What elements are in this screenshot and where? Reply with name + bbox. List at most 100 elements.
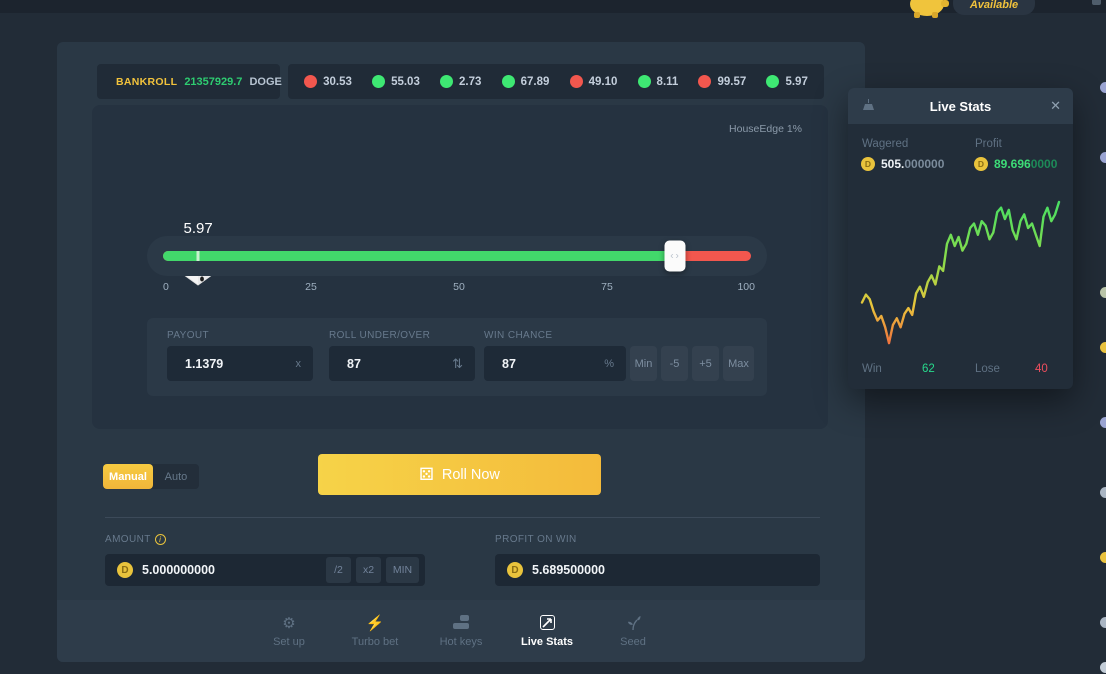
- slider-track[interactable]: ‹ ›: [163, 251, 751, 261]
- wagered-value: D 505.000000: [861, 155, 944, 173]
- roll-result-dot: [304, 75, 317, 88]
- tab-manual[interactable]: Manual: [103, 464, 153, 489]
- chat-emoji-cutoff-icon: [1100, 487, 1106, 498]
- dice-glyph-icon: ⚄: [419, 465, 434, 485]
- profit-value: D 89.6960000: [974, 155, 1057, 173]
- scale-25: 25: [305, 281, 317, 293]
- slider-handle[interactable]: ‹ ›: [664, 241, 685, 272]
- chat-emoji-cutoff-icon: [1100, 417, 1106, 428]
- roll-value: 67.89: [521, 76, 550, 88]
- roll-history-item[interactable]: 67.89: [502, 75, 550, 88]
- section-divider: [105, 517, 820, 518]
- profit-label: Profit: [975, 138, 1002, 150]
- roll-history-item[interactable]: 2.73: [440, 75, 481, 88]
- close-icon[interactable]: ✕: [1050, 98, 1061, 114]
- roll-under-over-label: ROLL UNDER/OVER: [329, 330, 430, 341]
- roll-history: 30.53 55.03 2.73 67.89 49.10 8.11: [288, 64, 824, 99]
- clear-stats-icon[interactable]: [861, 98, 876, 118]
- doge-coin-icon: D: [507, 562, 523, 578]
- nav-turbo-bet[interactable]: ⚡ Turbo bet: [349, 614, 401, 648]
- setup-gear-icon: ⚙: [282, 614, 295, 631]
- topbar-misc-icon[interactable]: [1092, 0, 1101, 5]
- swap-over-under-icon[interactable]: ⇅: [452, 356, 463, 372]
- roll-now-button[interactable]: ⚄ Roll Now: [318, 454, 601, 495]
- profit-on-win-input: D 5.689500000: [495, 554, 820, 586]
- roll-value: 55.03: [391, 76, 420, 88]
- bankroll-chip[interactable]: BANKROLL 21357929.7 DOGE: [97, 64, 280, 99]
- nav-hot-keys[interactable]: Hot keys: [435, 614, 487, 648]
- available-badge[interactable]: Available: [953, 0, 1035, 15]
- win-chance-value: 87: [502, 357, 604, 371]
- chat-emoji-cutoff-icon: [1100, 662, 1106, 673]
- live-stats-panel: Live Stats ✕ Wagered Profit D 505.000000…: [848, 88, 1073, 389]
- amount-label: AMOUNT: [105, 534, 151, 545]
- bankroll-value: 21357929.7: [184, 76, 242, 88]
- payout-input[interactable]: 1.1379 x: [167, 346, 313, 381]
- roll-result-dot: [502, 75, 515, 88]
- scale-75: 75: [601, 281, 613, 293]
- chat-emoji-cutoff-icon: [1100, 152, 1106, 163]
- payout-label: PAYOUT: [167, 330, 209, 341]
- roll-value: 49.10: [589, 76, 618, 88]
- bankroll-label: BANKROLL: [116, 76, 177, 88]
- chat-emoji-cutoff-icon: [1100, 82, 1106, 93]
- win-chance-input[interactable]: 87 %: [484, 346, 626, 381]
- roll-history-item[interactable]: 55.03: [372, 75, 420, 88]
- app-root: Available BANKROLL 21357929.7 DOGE 30.53…: [0, 0, 1106, 674]
- tab-auto[interactable]: Auto: [153, 464, 199, 489]
- roll-result-dot: [570, 75, 583, 88]
- roll-slider[interactable]: ‹ ›: [147, 236, 767, 276]
- available-label: Available: [970, 0, 1018, 11]
- win-chance-minus5-button[interactable]: -5: [661, 346, 688, 381]
- nav-seed[interactable]: Seed: [607, 614, 659, 648]
- slider-scale: 0 25 50 75 100: [163, 281, 755, 295]
- roll-history-item[interactable]: 8.11: [638, 75, 679, 88]
- nav-setup[interactable]: ⚙ Set up: [263, 614, 315, 648]
- roll-result-dot: [440, 75, 453, 88]
- info-icon[interactable]: i: [155, 534, 166, 545]
- doge-coin-icon: D: [861, 157, 875, 171]
- game-footer-nav: ⚙ Set up ⚡ Turbo bet Hot keys Live Stats: [57, 600, 865, 662]
- amount-min-button[interactable]: MIN: [386, 557, 419, 583]
- scale-100: 100: [737, 281, 755, 293]
- roll-value: 8.11: [657, 76, 679, 88]
- lose-count: 40: [1035, 363, 1048, 375]
- win-label: Win: [862, 363, 882, 375]
- doge-coin-icon: D: [974, 157, 988, 171]
- amount-double-button[interactable]: x2: [356, 557, 381, 583]
- chat-emoji-cutoff-icon: [1100, 287, 1106, 298]
- roll-value: 30.53: [323, 76, 352, 88]
- roll-result-dot: [766, 75, 779, 88]
- bet-controls: PAYOUT 1.1379 x ROLL UNDER/OVER 87 ⇅ WIN…: [147, 318, 767, 396]
- amount-input[interactable]: D 5.000000000 /2 x2 MIN: [105, 554, 425, 586]
- piggy-bank-icon[interactable]: [905, 0, 951, 18]
- roll-history-item[interactable]: 5.97: [766, 75, 807, 88]
- top-navbar: Available: [0, 0, 1106, 13]
- roll-under-over-input[interactable]: 87 ⇅: [329, 346, 475, 381]
- turbo-lightning-icon: ⚡: [366, 614, 385, 631]
- nav-live-stats[interactable]: Live Stats: [521, 614, 573, 648]
- roll-result-dot: [372, 75, 385, 88]
- chat-emoji-cutoff-icon: [1100, 342, 1106, 353]
- chevron-left-icon: ‹: [670, 251, 673, 262]
- scale-50: 50: [453, 281, 465, 293]
- win-chance-max-button[interactable]: Max: [723, 346, 754, 381]
- win-chance-plus5-button[interactable]: +5: [692, 346, 719, 381]
- bankroll-currency: DOGE: [249, 76, 281, 88]
- roll-history-item[interactable]: 99.57: [698, 75, 746, 88]
- live-stats-header: Live Stats ✕: [848, 88, 1073, 124]
- last-roll-value: 5.97: [183, 220, 212, 237]
- slider-track-green: [163, 251, 675, 261]
- win-chance-min-button[interactable]: Min: [630, 346, 657, 381]
- roll-under-over-value: 87: [347, 357, 452, 371]
- lose-label: Lose: [975, 363, 1000, 375]
- amount-half-button[interactable]: /2: [326, 557, 351, 583]
- profit-on-win-value: 5.689500000: [532, 563, 814, 577]
- dice-game-card: BANKROLL 21357929.7 DOGE 30.53 55.03 2.7…: [57, 42, 865, 662]
- payout-suffix: x: [296, 358, 302, 370]
- live-stats-chart-icon: [540, 614, 555, 631]
- roll-result-dot: [638, 75, 651, 88]
- roll-history-item[interactable]: 49.10: [570, 75, 618, 88]
- win-chance-suffix: %: [604, 358, 614, 370]
- roll-history-item[interactable]: 30.53: [304, 75, 352, 88]
